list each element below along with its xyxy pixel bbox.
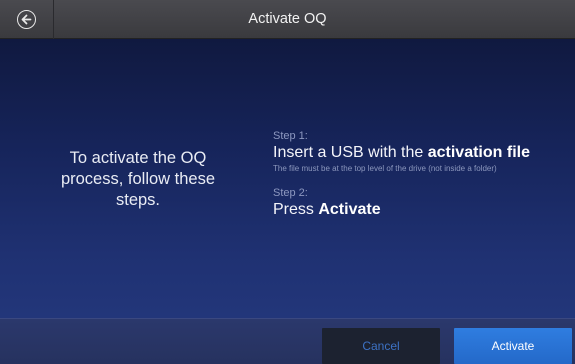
steps-panel: Step 1: Insert a USB with the activation… [273,130,573,220]
step-2-text: Press [273,201,319,218]
step-2: Step 2: Press Activate [273,187,573,220]
footer-bar: Cancel Activate [0,318,575,364]
step-1-instruction: Insert a USB with the activation file [273,143,573,163]
page-title: Activate OQ [248,11,327,27]
intro-text: To activate the OQ process, follow these… [60,149,216,209]
step-2-instruction: Press Activate [273,200,573,220]
step-1-text: Insert a USB with the [273,144,428,161]
step-2-bold-text: Activate [318,201,381,218]
step-2-label: Step 2: [273,187,308,199]
step-1-note: The file must be at the top level of the… [273,164,497,173]
header-bar: Activate OQ [0,0,575,39]
activate-oq-screen: Activate OQ To activate the OQ process, … [0,0,575,364]
step-1-label: Step 1: [273,130,308,142]
cancel-button[interactable]: Cancel [322,328,440,364]
step-1-bold-text: activation file [427,144,530,161]
activate-button[interactable]: Activate [454,328,572,364]
step-1: Step 1: Insert a USB with the activation… [273,130,573,174]
